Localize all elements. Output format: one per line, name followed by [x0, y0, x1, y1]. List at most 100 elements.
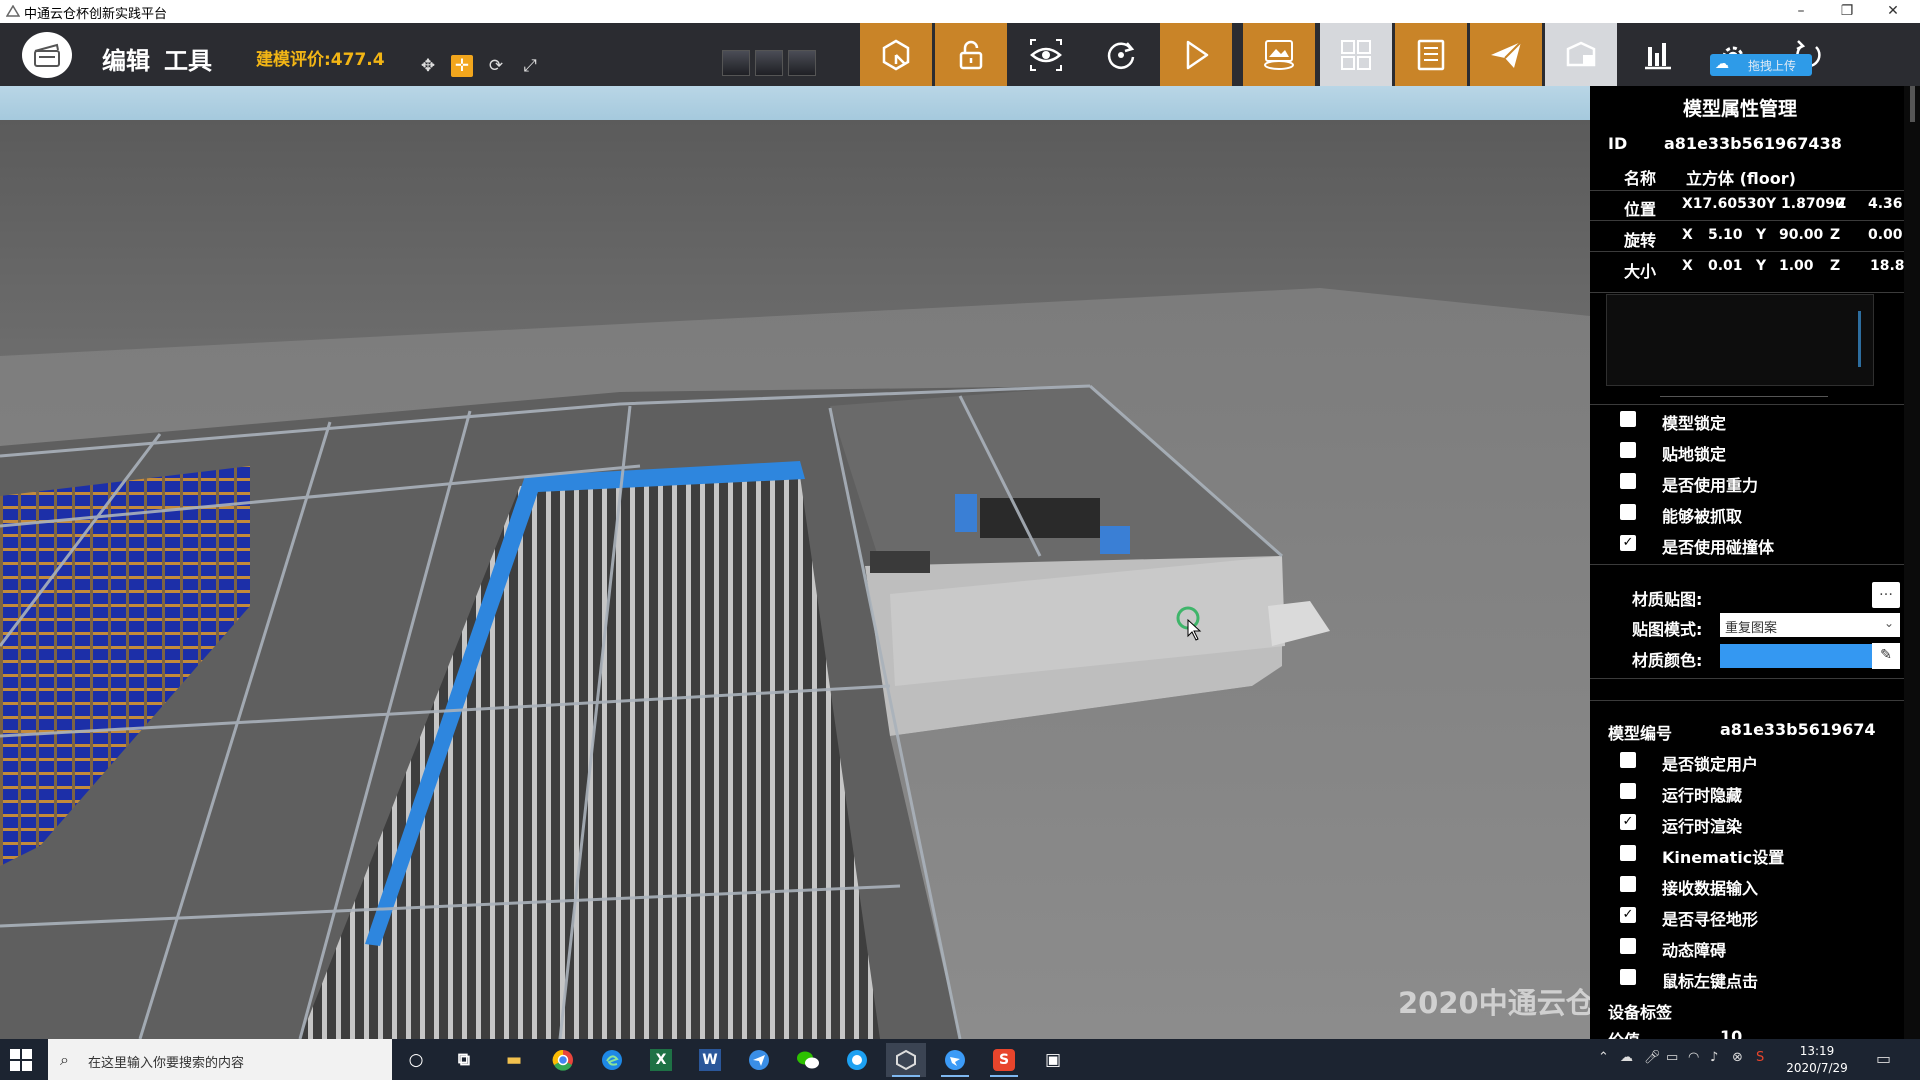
rotate-tool-icon[interactable]: ⟳ [485, 55, 507, 77]
select-cube-button[interactable] [860, 23, 932, 86]
taskbar-search-input[interactable]: ⌕ 在这里输入你要搜索的内容 [48, 1039, 392, 1080]
minimize-button[interactable]: – [1778, 0, 1824, 23]
color-picker-icon[interactable]: ✎ [1872, 643, 1900, 669]
puzzle-icon[interactable]: ✥ [417, 55, 439, 77]
unity-app-icon[interactable] [886, 1043, 926, 1077]
material-color-swatch[interactable] [1720, 644, 1872, 668]
statistics-button[interactable] [1622, 23, 1694, 86]
checkbox-row-ground-lock[interactable]: 贴地锁定 [1590, 435, 1904, 465]
list-button[interactable] [1395, 23, 1467, 86]
rotate-view-button[interactable] [1085, 23, 1157, 86]
lock-button[interactable] [935, 23, 1007, 86]
checkbox-row-receive-data[interactable]: 接收数据输入 [1590, 869, 1904, 899]
camera-preset-1[interactable] [722, 50, 750, 76]
cloud-tray-icon[interactable]: ☁ [1620, 1050, 1633, 1065]
checkbox[interactable] [1620, 969, 1636, 985]
checkbox-row-pathfinding-terrain[interactable]: ✓ 是否寻径地形 [1590, 900, 1904, 930]
checkbox[interactable]: ✓ [1620, 907, 1636, 923]
bar-chart-icon [1645, 42, 1671, 69]
value-value[interactable]: 10 [1720, 1027, 1742, 1039]
play-button[interactable] [1160, 23, 1232, 86]
camera-app-icon[interactable]: ▣ [1033, 1043, 1073, 1077]
feishu-icon[interactable] [739, 1043, 779, 1077]
checkbox-row-hide-at-runtime[interactable]: 运行时隐藏 [1590, 776, 1904, 806]
camera-preset-2[interactable] [755, 50, 783, 76]
notification-icon[interactable]: ▭ [1876, 1049, 1891, 1068]
grid-view-button[interactable] [1320, 23, 1392, 86]
checkbox[interactable] [1620, 504, 1636, 520]
rotation-y[interactable]: 90.00 [1779, 227, 1823, 243]
wechat-icon[interactable] [788, 1043, 828, 1077]
close-button[interactable]: ✕ [1870, 0, 1916, 23]
checkbox[interactable] [1620, 752, 1636, 768]
qq-browser-icon[interactable] [837, 1043, 877, 1077]
texture-mode-select[interactable]: 重复图案 ⌄ [1720, 613, 1900, 637]
eye-view-button[interactable] [1010, 23, 1082, 86]
rotation-z[interactable]: 0.00 [1868, 227, 1903, 243]
textarea-scrollbar[interactable] [1858, 311, 1861, 367]
position-x[interactable]: X17.60530 [1682, 196, 1766, 212]
battery-icon[interactable]: ▭ [1666, 1050, 1678, 1065]
checkbox-row-model-lock[interactable]: 模型锁定 [1590, 404, 1904, 434]
file-explorer-icon[interactable]: ▬ [494, 1043, 534, 1077]
checkbox[interactable]: ✓ [1620, 814, 1636, 830]
size-x[interactable]: 0.01 [1708, 258, 1743, 274]
wifi-icon[interactable]: ◠ [1688, 1050, 1699, 1065]
mic-icon[interactable]: 🎤︎ [1644, 1050, 1661, 1065]
scene-viewport[interactable]: 2020中通云仓 [0, 86, 1590, 1039]
checkbox-row-use-gravity[interactable]: 是否使用重力 [1590, 466, 1904, 496]
checkbox[interactable] [1620, 783, 1636, 799]
panel-scrollbar[interactable] [1904, 86, 1920, 1039]
chrome-icon[interactable] [543, 1043, 583, 1077]
position-z[interactable]: 4.36 [1868, 196, 1903, 212]
move-tool-icon[interactable]: ✛ [451, 55, 473, 77]
windows-start-icon[interactable] [10, 1049, 32, 1071]
app-logo[interactable] [22, 32, 72, 78]
dingtalk-icon[interactable] [935, 1043, 975, 1077]
settings-tray-icon[interactable]: ⊗ [1732, 1050, 1743, 1065]
checkbox-row-left-click[interactable]: 鼠标左键点击 [1590, 962, 1904, 992]
word-icon[interactable]: W [690, 1043, 730, 1077]
checkbox[interactable] [1620, 845, 1636, 861]
chevron-up-icon[interactable]: ⌃ [1598, 1050, 1609, 1065]
checkbox[interactable] [1620, 938, 1636, 954]
size-y[interactable]: 1.00 [1779, 258, 1814, 274]
id-value[interactable]: a81e33b561967438 [1664, 134, 1842, 153]
sogou-tray-icon[interactable]: S [1756, 1050, 1764, 1065]
rotation-x[interactable]: 5.10 [1708, 227, 1743, 243]
camera-preset-3[interactable] [788, 50, 816, 76]
task-view-icon[interactable]: ⧉ [444, 1043, 484, 1077]
sogou-icon[interactable]: S [984, 1043, 1024, 1077]
checkbox-row-kinematic[interactable]: Kinematic设置 [1590, 838, 1904, 868]
checkbox[interactable]: ✓ [1620, 535, 1636, 551]
restore-button[interactable]: ❐ [1824, 0, 1870, 23]
scale-tool-icon[interactable]: ⤢ [519, 55, 541, 77]
checkbox-row-lock-user[interactable]: 是否锁定用户 [1590, 745, 1904, 775]
name-value[interactable]: 立方体 (floor) [1686, 165, 1796, 189]
panel-scrollbar-thumb[interactable] [1910, 86, 1915, 122]
edge-icon[interactable] [592, 1043, 632, 1077]
excel-icon[interactable]: X [641, 1043, 681, 1077]
checkbox-row-render-at-runtime[interactable]: ✓ 运行时渲染 [1590, 807, 1904, 837]
menu-tools[interactable]: 工具 [164, 41, 212, 76]
send-button[interactable] [1470, 23, 1542, 86]
package-button[interactable] [1545, 23, 1617, 86]
checkbox-row-grabbable[interactable]: 能够被抓取 [1590, 497, 1904, 527]
checkbox-row-dynamic-obstacle[interactable]: 动态障碍 [1590, 931, 1904, 961]
volume-icon[interactable]: ♪ [1710, 1050, 1718, 1065]
checkbox[interactable] [1620, 411, 1636, 427]
checkbox[interactable] [1620, 442, 1636, 458]
texture-browse-button[interactable]: … [1872, 582, 1900, 608]
checkbox[interactable] [1620, 473, 1636, 489]
size-z[interactable]: 18.8 [1870, 258, 1904, 274]
system-clock[interactable]: 13:19 2020/7/29 [1782, 1043, 1852, 1077]
drag-upload-badge[interactable]: ☁ 拖拽上传 [1710, 54, 1812, 76]
description-textarea[interactable] [1606, 294, 1874, 386]
panorama-button[interactable] [1243, 23, 1315, 86]
menu-edit[interactable]: 编辑 [102, 41, 150, 76]
cortana-icon[interactable]: ○ [396, 1043, 436, 1077]
position-y[interactable]: Y 1.87090 [1766, 196, 1845, 212]
checkbox-row-use-collider[interactable]: ✓ 是否使用碰撞体 [1590, 528, 1904, 558]
checkbox[interactable] [1620, 876, 1636, 892]
model-number-value[interactable]: a81e33b5619674 [1720, 720, 1876, 739]
